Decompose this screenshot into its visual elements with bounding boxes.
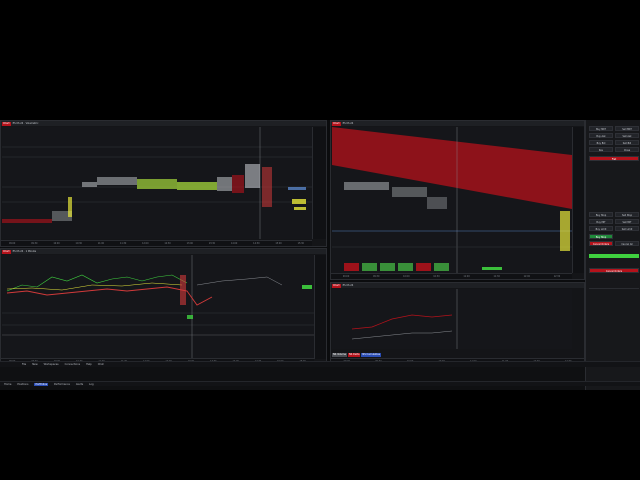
- chart-header: Chart ES 03-24 · 1 Minute: [1, 249, 326, 254]
- price-axis[interactable]: [312, 127, 326, 239]
- time-axis[interactable]: 09:00 09:30 10:00 10:30 11:00 11:30 12:0…: [1, 240, 312, 246]
- tab-alerts[interactable]: Alerts: [76, 383, 83, 386]
- time-label: 13:30: [208, 242, 216, 245]
- menu-new[interactable]: New: [32, 363, 37, 366]
- main-menu: File New Workspaces Connections Help Cha…: [0, 361, 640, 367]
- chart-tag[interactable]: Chart: [332, 121, 341, 126]
- trading-workspace: Chart ES 03-24 · Volumetric 09:00 09:30 …: [0, 120, 640, 390]
- chart-title: ES 03-24 · 1 Minute: [12, 249, 37, 253]
- time-axis[interactable]: 09:00 09:30 10:00 10:30 11:00 11:30 12:0…: [331, 273, 572, 279]
- menu-file[interactable]: File: [22, 363, 26, 366]
- bottom-info-bar: [0, 365, 585, 390]
- order-button[interactable]: Sell Ask: [615, 133, 639, 138]
- time-label: 15:00: [275, 242, 282, 245]
- time-label: 11:30: [119, 242, 127, 245]
- indicator-chart[interactable]: [332, 289, 572, 349]
- green-bar: [589, 254, 639, 258]
- chart-header: Chart ES 03-24: [331, 283, 584, 288]
- tab-performance[interactable]: Performance: [54, 383, 70, 386]
- tab-positions[interactable]: Positions: [17, 383, 28, 386]
- chart-tag[interactable]: Chart: [2, 249, 11, 254]
- legend-item[interactable]: NS Delta: [347, 353, 361, 357]
- menu-workspaces[interactable]: Workspaces: [44, 363, 59, 366]
- order-button[interactable]: Sell Limit: [615, 226, 639, 231]
- order-button[interactable]: Sell MIT: [615, 219, 639, 224]
- chart-top-left: Chart ES 03-24 · Volumetric 09:00 09:30 …: [0, 120, 327, 247]
- time-label: 10:30: [433, 275, 440, 278]
- time-label: 14:30: [253, 242, 260, 245]
- order-button[interactable]: Close: [615, 147, 639, 152]
- time-label: 12:30: [553, 275, 561, 278]
- order-button[interactable]: Buy Stop: [589, 212, 613, 217]
- time-label: 11:00: [463, 275, 470, 278]
- price-axis[interactable]: [572, 127, 584, 273]
- chart-bottom-left: Chart ES 03-24 · 1 Minute 09:00 09:30 10…: [0, 248, 327, 365]
- chart-tag[interactable]: Chart: [2, 121, 11, 126]
- chart-header: Chart ES 03-24 · Volumetric: [1, 121, 326, 126]
- volumetric-chart[interactable]: [2, 127, 312, 239]
- cancel-orders-button[interactable]: Cancel Orders: [589, 268, 639, 273]
- chart-bottom-right: Chart ES 03-24 NS Volume NS Delta NS Cum…: [330, 282, 585, 365]
- legend-item[interactable]: NS Volume: [332, 353, 347, 357]
- chart-title: ES 03-24: [342, 121, 354, 125]
- time-label: 10:00: [403, 275, 410, 278]
- order-button[interactable]: Buy Limit: [589, 226, 613, 231]
- time-label: 09:00: [8, 242, 16, 245]
- tab-portfolios[interactable]: Portfolios: [34, 382, 49, 386]
- price-line-chart[interactable]: [2, 255, 314, 359]
- time-label: 11:30: [493, 275, 500, 278]
- buy-stop-button[interactable]: Buy Stop: [589, 234, 613, 239]
- menu-connections[interactable]: Connections: [65, 363, 80, 366]
- time-label: 12:30: [164, 242, 171, 245]
- order-button[interactable]: Sell Stop: [615, 212, 639, 217]
- order-button[interactable]: Buy Ask: [589, 133, 613, 138]
- time-label: 09:30: [31, 242, 38, 245]
- chart-header: Chart ES 03-24: [331, 121, 584, 126]
- time-label: 13:00: [186, 242, 193, 245]
- order-button[interactable]: Sell MKT: [615, 126, 639, 131]
- order-button[interactable]: Rev: [589, 147, 613, 152]
- cancel-all-button[interactable]: Cancel All: [615, 241, 639, 246]
- cancel-orders-button[interactable]: Cancel Orders: [589, 241, 613, 246]
- time-label: 15:30: [297, 242, 304, 245]
- chart-title: ES 03-24 · Volumetric: [12, 121, 39, 125]
- indicator-legend: NS Volume NS Delta NS Cumulative: [332, 353, 382, 357]
- time-label: 10:00: [53, 242, 60, 245]
- chart-title: ES 03-24: [342, 283, 354, 287]
- time-label: 09:30: [373, 275, 380, 278]
- chart-tag[interactable]: Chart: [332, 283, 341, 288]
- position-label: Flat: [589, 156, 639, 161]
- menu-help[interactable]: Help: [86, 363, 92, 366]
- order-button[interactable]: Buy MIT: [589, 219, 613, 224]
- time-label: 11:00: [97, 242, 105, 245]
- account-details: [589, 288, 639, 348]
- band-chart[interactable]: [332, 127, 572, 273]
- legend-item[interactable]: NS Cumulative: [361, 353, 382, 357]
- time-label: 12:00: [523, 275, 530, 278]
- time-label: 12:00: [142, 242, 149, 245]
- tab-home[interactable]: Home: [4, 383, 11, 386]
- order-button[interactable]: Buy Bid: [589, 140, 613, 145]
- order-button[interactable]: Buy MKT: [589, 126, 613, 131]
- taskbar: Home Positions Portfolios Performance Al…: [0, 381, 640, 386]
- price-axis[interactable]: [314, 255, 326, 359]
- chart-top-right: Chart ES 03-24 09:00 09:30 10:00 10:30 1…: [330, 120, 585, 280]
- time-label: 09:00: [342, 275, 350, 278]
- time-label: 14:00: [230, 242, 238, 245]
- order-entry-panel: Buy MKT Sell MKT Buy Ask Sell Ask Buy Bi…: [585, 120, 640, 390]
- menu-chat[interactable]: Chat: [98, 363, 104, 366]
- time-label: 10:30: [75, 242, 82, 245]
- order-button[interactable]: Sell Bid: [615, 140, 639, 145]
- tab-log[interactable]: Log: [89, 383, 93, 386]
